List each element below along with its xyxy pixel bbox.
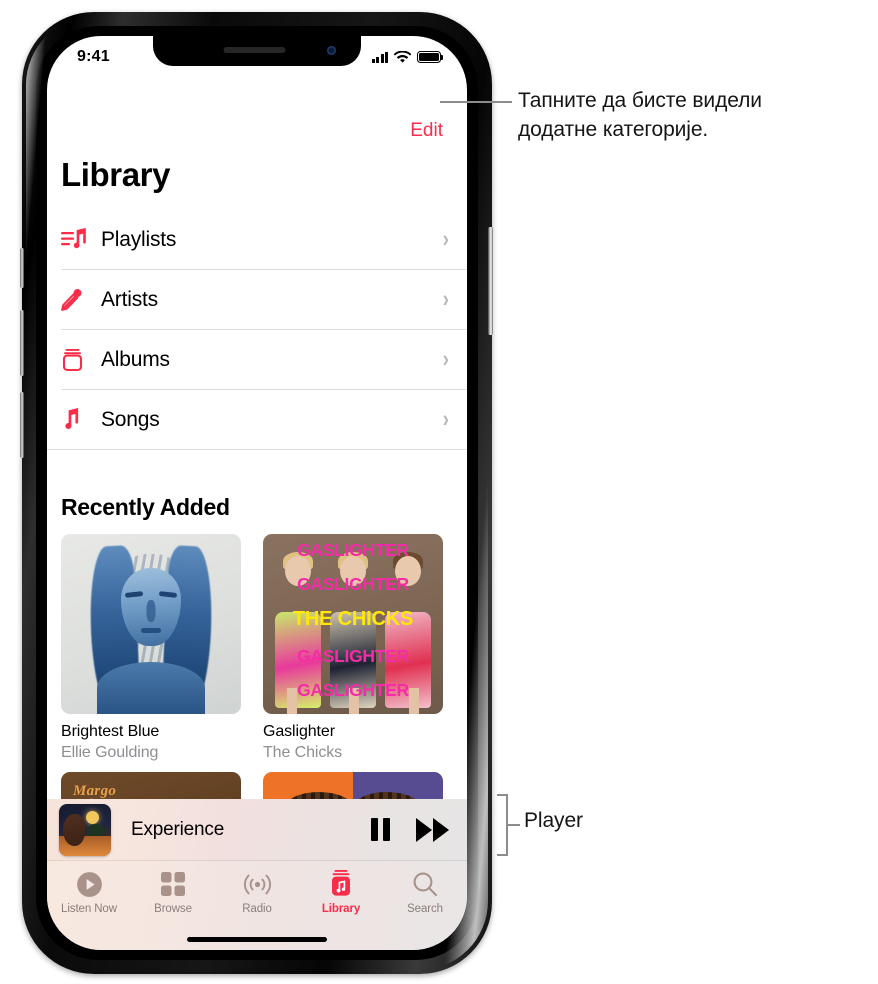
- sidebar-item-artists[interactable]: Artists ›: [47, 270, 467, 330]
- battery-full-icon: [417, 51, 444, 63]
- playlist-icon: [61, 228, 101, 252]
- music-note-icon: [61, 408, 101, 432]
- tab-listen-now[interactable]: Listen Now: [47, 869, 131, 915]
- section-title-recently-added: Recently Added: [61, 494, 230, 520]
- page-title: Library: [61, 156, 171, 193]
- album-artwork-thumbnail[interactable]: [59, 803, 111, 856]
- earpiece-speaker-icon: [223, 47, 286, 53]
- tab-label: Browse: [154, 903, 192, 915]
- callout-edit-note: Тапните да бисте видели додатне категори…: [518, 86, 868, 144]
- album-art-text: GASLIGHTER: [297, 680, 409, 700]
- callout-bracket-player: [497, 794, 508, 856]
- album-artwork: GASLIGHTER GASLIGHTER THE CHICKS GASLIGH…: [263, 534, 443, 714]
- album-art-text: GASLIGHTER: [297, 574, 409, 594]
- sidebar-item-playlists[interactable]: Playlists ›: [47, 210, 467, 270]
- microphone-icon: [61, 288, 101, 312]
- volume-up-button[interactable]: [20, 310, 24, 376]
- callout-line-2: додатне категорије.: [518, 118, 709, 141]
- album-card-brightest-blue[interactable]: Brightest Blue Ellie Goulding: [61, 534, 241, 762]
- library-icon: [328, 869, 354, 899]
- album-art-text: GASLIGHTER: [297, 540, 409, 560]
- tab-label: Library: [321, 903, 361, 915]
- status-clock: 9:41: [77, 48, 110, 65]
- tab-radio[interactable]: Radio: [215, 869, 299, 915]
- now-playing-title: Experience: [131, 818, 225, 840]
- notch: [153, 36, 361, 66]
- screenshot-root: 9:41 Edit Library Playlists › Artists › …: [0, 0, 878, 984]
- status-indicators: [371, 50, 444, 64]
- player-controls: [371, 817, 449, 842]
- front-camera-icon: [327, 46, 336, 55]
- radio-waves-icon: [242, 869, 273, 899]
- edit-button[interactable]: Edit: [410, 120, 443, 142]
- tab-label: Listen Now: [61, 903, 117, 915]
- chevron-right-icon: ›: [442, 346, 449, 373]
- home-indicator[interactable]: [187, 937, 327, 942]
- album-title: Gaslighter: [263, 723, 335, 740]
- cellular-bars-icon: [371, 51, 388, 63]
- album-artist: The Chicks: [263, 744, 343, 761]
- sidebar-item-label: Artists: [101, 288, 158, 311]
- play-circle-icon: [76, 869, 103, 899]
- album-art-text: GASLIGHTER: [297, 646, 409, 666]
- callout-player-label: Player: [524, 809, 583, 832]
- tab-browse[interactable]: Browse: [131, 869, 215, 915]
- chevron-right-icon: ›: [442, 286, 449, 313]
- tab-label: Radio: [242, 903, 272, 915]
- sidebar-item-label: Songs: [101, 408, 160, 431]
- library-list: Playlists › Artists › Albums › Songs ›: [47, 210, 467, 450]
- tab-label: Search: [407, 903, 443, 915]
- album-icon: [61, 348, 101, 372]
- album-artist: Ellie Goulding: [61, 744, 159, 761]
- tab-library[interactable]: Library: [299, 869, 383, 915]
- sidebar-item-label: Albums: [101, 348, 170, 371]
- album-title: Brightest Blue: [61, 723, 160, 740]
- tab-bar: Listen Now Browse Radio Library Search: [47, 861, 467, 950]
- chevron-right-icon: ›: [442, 406, 449, 433]
- callout-leader-line-player: [508, 824, 520, 826]
- phone-screen: 9:41 Edit Library Playlists › Artists › …: [47, 36, 467, 950]
- pause-icon[interactable]: [371, 818, 390, 841]
- album-card-gaslighter[interactable]: GASLIGHTER GASLIGHTER THE CHICKS GASLIGH…: [263, 534, 443, 762]
- tab-search[interactable]: Search: [383, 869, 467, 915]
- wifi-icon: [394, 50, 411, 63]
- volume-down-button[interactable]: [20, 392, 24, 458]
- sidebar-item-albums[interactable]: Albums ›: [47, 330, 467, 390]
- album-art-text: THE CHICKS: [292, 608, 414, 630]
- callout-leader-line-edit: [440, 101, 512, 103]
- chevron-right-icon: ›: [442, 226, 449, 253]
- callout-line-1: Тапните да бисте видели: [518, 89, 762, 112]
- sidebar-item-label: Playlists: [101, 228, 177, 251]
- fast-forward-icon[interactable]: [416, 817, 449, 842]
- mini-player-bar[interactable]: Experience: [47, 799, 467, 861]
- magnifying-glass-icon: [412, 869, 438, 899]
- ringer-switch[interactable]: [20, 248, 24, 288]
- grid-squares-icon: [160, 869, 186, 899]
- album-artwork: [61, 534, 241, 714]
- sidebar-item-songs[interactable]: Songs ›: [47, 390, 467, 450]
- power-button[interactable]: [488, 227, 493, 335]
